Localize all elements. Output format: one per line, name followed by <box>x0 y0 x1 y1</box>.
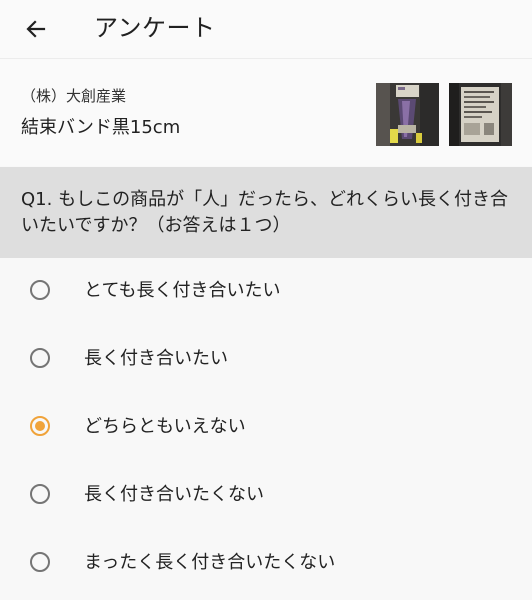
radio-button[interactable] <box>30 552 50 572</box>
product-maker: （株）大創産業 <box>21 87 127 105</box>
radio-button[interactable] <box>30 280 50 300</box>
answer-options: とても長く付き合いたい 長く付き合いたい どちらともいえない 長く付き合いたくな… <box>0 258 532 598</box>
product-info: （株）大創産業 結束バンド黒15cm <box>0 59 532 166</box>
option-label: まったく長く付き合いたくない <box>84 552 336 573</box>
option-item[interactable]: 長く付き合いたい <box>0 326 532 394</box>
product-photo-label[interactable] <box>449 83 512 146</box>
option-item[interactable]: まったく長く付き合いたくない <box>0 530 532 598</box>
radio-button[interactable] <box>30 348 50 368</box>
question-banner: Q1. もしこの商品が「人」だったら、どれくらい長く付き合いたいですか？（お答え… <box>0 167 532 258</box>
option-label: 長く付き合いたくない <box>84 484 264 505</box>
option-item[interactable]: とても長く付き合いたい <box>0 258 532 326</box>
option-label: どちらともいえない <box>84 416 246 437</box>
radio-button[interactable] <box>30 484 50 504</box>
product-photo-front[interactable] <box>376 83 439 146</box>
option-item[interactable]: どちらともいえない <box>0 394 532 462</box>
page-title: アンケート <box>94 14 216 42</box>
option-label: 長く付き合いたい <box>84 348 228 369</box>
product-name: 結束バンド黒15cm <box>21 117 181 138</box>
option-item[interactable]: 長く付き合いたくない <box>0 462 532 530</box>
radio-button[interactable] <box>30 416 50 436</box>
app-bar: アンケート <box>0 0 532 59</box>
question-text: Q1. もしこの商品が「人」だったら、どれくらい長く付き合いたいですか？（お答え… <box>21 189 509 236</box>
option-label: とても長く付き合いたい <box>84 280 281 301</box>
back-button[interactable] <box>18 11 54 47</box>
arrow-left-icon <box>26 20 46 38</box>
